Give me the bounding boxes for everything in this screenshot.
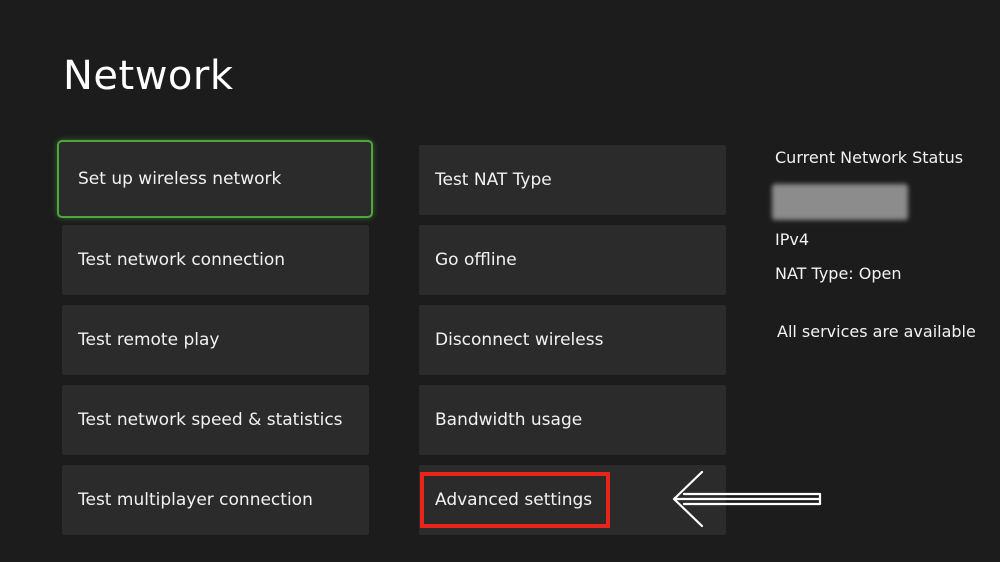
services-status-label: All services are available [777,322,976,341]
disconnect-wireless-button[interactable]: Disconnect wireless [419,305,726,375]
set-up-wireless-network-button[interactable]: Set up wireless network [57,140,373,218]
test-multiplayer-connection-button[interactable]: Test multiplayer connection [62,465,369,535]
ip-version-label: IPv4 [775,230,810,249]
left-arrow-icon [672,470,822,528]
test-network-speed-button[interactable]: Test network speed & statistics [62,385,369,455]
network-status-title: Current Network Status [775,148,964,167]
bandwidth-usage-button[interactable]: Bandwidth usage [419,385,726,455]
test-nat-type-button[interactable]: Test NAT Type [419,145,726,215]
blurred-ip-address [772,184,908,220]
go-offline-button[interactable]: Go offline [419,225,726,295]
test-remote-play-button[interactable]: Test remote play [62,305,369,375]
page-title: Network [63,53,234,99]
nat-type-label: NAT Type: Open [775,264,902,283]
test-network-connection-button[interactable]: Test network connection [62,225,369,295]
